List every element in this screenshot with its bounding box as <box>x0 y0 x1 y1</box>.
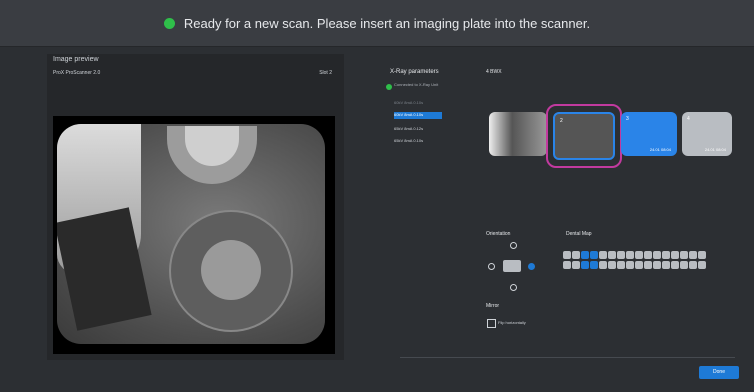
tooth-button[interactable] <box>653 251 661 259</box>
divider <box>400 357 735 358</box>
tooth-button[interactable] <box>617 251 625 259</box>
tooth-button[interactable] <box>581 251 589 259</box>
tooth-button[interactable] <box>572 261 580 269</box>
orientation-top-button[interactable] <box>510 242 517 249</box>
xray-image <box>57 124 325 344</box>
tooth-button[interactable] <box>644 251 652 259</box>
device-name: ProX ProScanner 2.0 <box>53 70 101 76</box>
tooth-button[interactable] <box>653 261 661 269</box>
plate-label: 4 BWX <box>486 69 502 75</box>
panel-title: Image preview <box>53 56 99 63</box>
tooth-button[interactable] <box>563 251 571 259</box>
tooth-button[interactable] <box>599 261 607 269</box>
status-bar: Ready for a new scan. Please insert an i… <box>0 0 754 47</box>
tooth-button[interactable] <box>599 251 607 259</box>
tooth-button[interactable] <box>581 261 589 269</box>
tooth-button[interactable] <box>671 261 679 269</box>
status-message: Ready for a new scan. Please insert an i… <box>0 16 754 31</box>
connection-text: Connected to X-Ray Unit <box>394 82 439 87</box>
tooth-button[interactable] <box>689 251 697 259</box>
connection-status: Connected to X-Ray Unit <box>386 82 440 90</box>
tooth-button[interactable] <box>671 251 679 259</box>
tooth-button[interactable] <box>626 261 634 269</box>
tooth-button[interactable] <box>590 261 598 269</box>
dental-row-lower <box>563 261 713 269</box>
scan-thumbnail-1[interactable] <box>489 112 547 156</box>
tooth-button[interactable] <box>680 261 688 269</box>
orientation-label: Orientation <box>486 231 511 237</box>
orientation-bottom-button[interactable] <box>510 284 517 291</box>
done-button[interactable]: Done <box>699 366 739 379</box>
tooth-button[interactable] <box>635 251 643 259</box>
xray-param-1[interactable]: 60kV 8mA 0.10s <box>394 100 442 107</box>
xray-param-3[interactable]: 65kV 8mA 0.12s <box>394 126 442 133</box>
thumb-time: 24.01 08:04 <box>649 147 671 152</box>
status-text: Ready for a new scan. Please insert an i… <box>183 16 591 31</box>
disk-bottom-inner <box>201 240 261 300</box>
tooth-button[interactable] <box>698 261 706 269</box>
mirror-label: Mirror <box>486 303 500 309</box>
tooth-button[interactable] <box>662 251 670 259</box>
disk-top <box>167 126 257 184</box>
disk-bottom <box>169 210 293 332</box>
thumb-number: 3 <box>626 116 629 122</box>
slot-label: Slot 2 <box>319 70 332 76</box>
image-preview-panel: Image preview ProX ProScanner 2.0 Slot 2 <box>47 54 344 360</box>
connected-icon <box>386 84 392 90</box>
disk-top-inner <box>185 126 239 166</box>
ready-indicator-icon <box>163 18 175 29</box>
dental-row-upper <box>563 251 713 259</box>
tooth-button[interactable] <box>563 261 571 269</box>
tooth-button[interactable] <box>608 261 616 269</box>
tooth-button[interactable] <box>698 251 706 259</box>
orientation-left-button[interactable] <box>488 263 495 270</box>
orientation-preview <box>503 260 521 272</box>
selection-highlight <box>546 104 622 168</box>
dental-map[interactable] <box>563 251 713 275</box>
xray-param-4[interactable]: 65kV 8mA 0.10s <box>394 138 442 145</box>
scan-thumbnail-4[interactable]: 4 24.01 08:04 <box>682 112 732 156</box>
tooth-button[interactable] <box>626 251 634 259</box>
thumb-number: 4 <box>687 116 690 122</box>
dental-map-label: Dental Map <box>566 231 592 237</box>
flip-checkbox-label: Flip horizontally <box>498 320 526 325</box>
xray-param-2[interactable]: 60kV 8mA 0.10s <box>394 112 442 119</box>
orientation-right-button[interactable] <box>528 263 535 270</box>
tooth-button[interactable] <box>689 261 697 269</box>
tooth-button[interactable] <box>572 251 580 259</box>
xray-parameters-title: X-Ray parameters <box>390 69 439 75</box>
tooth-button[interactable] <box>590 251 598 259</box>
tooth-button[interactable] <box>617 261 625 269</box>
tooth-button[interactable] <box>680 251 688 259</box>
tooth-button[interactable] <box>635 261 643 269</box>
flip-checkbox[interactable] <box>487 319 496 328</box>
thumb-time: 24.01 08:04 <box>704 147 726 152</box>
tooth-button[interactable] <box>644 261 652 269</box>
tooth-button[interactable] <box>608 251 616 259</box>
tooth-button[interactable] <box>662 261 670 269</box>
xray-preview[interactable] <box>53 116 335 354</box>
scan-thumbnail-3[interactable]: 3 24.01 08:04 <box>621 112 677 156</box>
